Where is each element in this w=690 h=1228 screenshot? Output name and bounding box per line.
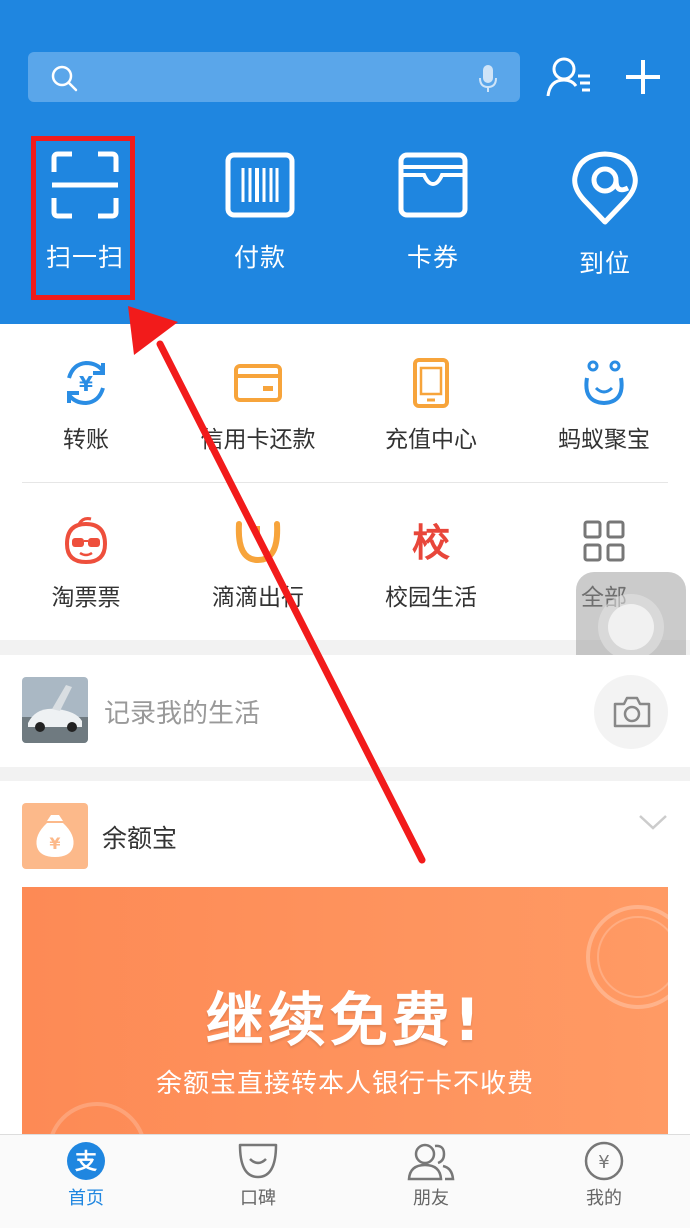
all-grid-icon: [583, 520, 625, 562]
service-label: 淘票票: [51, 585, 121, 611]
service-label: 校园生活: [385, 585, 477, 611]
friends-icon: [407, 1143, 455, 1181]
didi-icon: [235, 521, 281, 564]
service-label: 转账: [63, 427, 109, 453]
camera-button[interactable]: [594, 675, 668, 749]
yuebao-logo: ¥: [22, 803, 88, 869]
quick-action-label: 卡券: [406, 243, 459, 272]
yuebao-banner[interactable]: 继续免费! 余额宝直接转本人银行卡不收费: [22, 887, 668, 1147]
card-wallet-icon: [398, 152, 468, 218]
banner-title: 继续免费!: [205, 986, 485, 1054]
service-ant-fortune[interactable]: 蚂蚁聚宝: [518, 358, 690, 454]
grid-divider: [22, 482, 668, 483]
quick-action-arrive[interactable]: 到位: [540, 150, 670, 280]
car-photo: [22, 677, 88, 743]
service-label: 充值中心: [385, 427, 477, 453]
campus-icon: 校: [412, 521, 450, 565]
transfer-icon: ¥: [67, 360, 105, 406]
search-bar[interactable]: [28, 52, 520, 102]
location-pin-icon: [572, 151, 638, 225]
plus-icon[interactable]: [624, 58, 662, 96]
service-credit-card[interactable]: 信用卡还款: [172, 358, 344, 454]
service-label: 信用卡还款: [200, 427, 316, 453]
camera-icon: [613, 696, 651, 728]
credit-card-icon: [234, 364, 282, 402]
svg-text:¥: ¥: [79, 372, 93, 396]
bottom-tab-bar: 支 首页 口碑 朋友 ¥ 我的: [0, 1134, 690, 1228]
quick-action-cards[interactable]: 卡券: [368, 150, 498, 274]
service-taopiaopiao[interactable]: 淘票票: [0, 516, 172, 612]
tab-koubei[interactable]: 口碑: [172, 1141, 344, 1210]
service-label: 蚂蚁聚宝: [558, 427, 650, 453]
chevron-down-icon[interactable]: [638, 813, 668, 831]
tab-me[interactable]: ¥ 我的: [518, 1141, 690, 1210]
movie-ticket-icon: [64, 517, 108, 565]
tab-label: 口碑: [240, 1188, 276, 1209]
ant-fortune-icon: [584, 360, 624, 406]
life-placeholder-text: 记录我的生活: [104, 699, 261, 729]
tab-friends[interactable]: 朋友: [345, 1141, 517, 1210]
tab-label: 朋友: [413, 1188, 449, 1209]
service-transfer[interactable]: ¥ 转账: [0, 358, 172, 454]
quick-action-pay[interactable]: 付款: [195, 150, 325, 274]
user-avatar[interactable]: [22, 677, 88, 743]
contacts-icon[interactable]: [546, 56, 592, 98]
tab-label: 首页: [68, 1188, 104, 1209]
campus-glyph: 校: [412, 521, 450, 565]
banner-subtitle: 余额宝直接转本人银行卡不收费: [155, 1069, 534, 1099]
service-label: 滴滴出行: [212, 585, 304, 611]
tab-home[interactable]: 支 首页: [0, 1141, 172, 1210]
alipay-home-icon: 支: [67, 1142, 105, 1180]
tab-label: 我的: [586, 1188, 622, 1209]
life-record-bar[interactable]: 记录我的生活: [0, 655, 690, 767]
service-recharge[interactable]: 充值中心: [345, 358, 517, 454]
search-icon: [51, 65, 78, 92]
service-campus[interactable]: 校 校园生活: [345, 516, 517, 612]
scan-highlight-box: [31, 136, 135, 300]
phone-recharge-icon: [413, 358, 449, 408]
barcode-icon: [225, 152, 295, 218]
service-didi[interactable]: 滴滴出行: [172, 516, 344, 612]
yuebao-title: 余额宝: [102, 824, 178, 853]
quick-action-label: 付款: [233, 243, 286, 272]
money-bag-icon: ¥: [36, 815, 74, 857]
me-glyph: ¥: [598, 1152, 609, 1173]
assistive-touch-center: [608, 604, 654, 650]
svg-text:¥: ¥: [49, 834, 60, 853]
wallet-yen-icon: ¥: [584, 1141, 624, 1181]
quick-action-label: 到位: [578, 249, 631, 278]
home-glyph: 支: [75, 1150, 98, 1175]
koubei-icon: [238, 1143, 278, 1179]
microphone-icon[interactable]: [478, 63, 498, 93]
